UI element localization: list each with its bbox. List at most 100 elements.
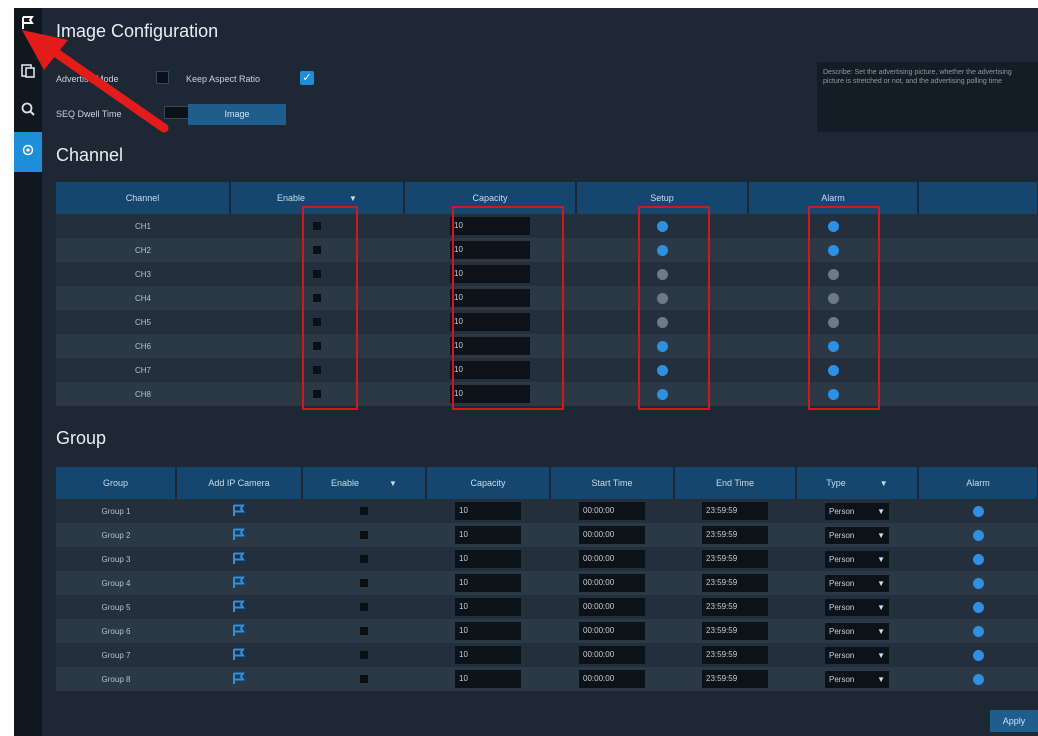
group-enable-checkbox[interactable] [360,651,368,660]
group-header-type[interactable]: Type ▼ [796,467,919,499]
channel-name: CH7 [56,358,230,382]
type-select-value: Person [829,578,855,588]
channel-header-channel: Channel [56,182,231,214]
group-alarm-cell [918,547,1038,571]
alarm-status-icon[interactable] [972,577,984,589]
start-time-input[interactable]: 00:00:00 [579,550,645,568]
group-header-alarm: Alarm [918,467,1038,499]
end-time-input[interactable]: 23:59:59 [702,502,768,520]
alarm-status-icon[interactable] [972,673,984,685]
group-start-cell: 00:00:00 [550,571,674,595]
group-enable-cell [302,523,426,547]
start-time-input[interactable]: 00:00:00 [579,670,645,688]
type-select[interactable]: Person ▼ [825,574,889,592]
group-capacity-input[interactable]: 10 [455,526,521,544]
start-time-input[interactable]: 00:00:00 [579,622,645,640]
end-time-input[interactable]: 23:59:59 [702,598,768,616]
group-name: Group 3 [56,547,176,571]
group-capacity-input[interactable]: 10 [455,574,521,592]
group-title: Group [56,428,107,448]
start-time-input[interactable]: 00:00:00 [579,598,645,616]
flag-icon[interactable] [232,504,246,519]
type-select[interactable]: Person ▼ [825,526,889,544]
alarm-status-icon[interactable] [972,601,984,613]
type-select[interactable]: Person ▼ [825,502,889,520]
group-enable-checkbox[interactable] [360,531,368,540]
sidebar-item-flag[interactable] [14,8,42,42]
start-time-input[interactable]: 00:00:00 [579,646,645,664]
group-capacity-input[interactable]: 10 [455,670,521,688]
highlight-setup-column [638,206,710,410]
advertise-mode-label: Advertise Mode [56,74,119,84]
end-time-input[interactable]: 23:59:59 [702,550,768,568]
end-time-input[interactable]: 23:59:59 [702,670,768,688]
group-enable-checkbox[interactable] [360,555,368,564]
sidebar-item-document[interactable] [14,56,42,90]
group-enable-checkbox[interactable] [360,627,368,636]
type-select[interactable]: Person ▼ [825,622,889,640]
group-capacity-input[interactable]: 10 [455,622,521,640]
image-button[interactable]: Image [188,104,286,125]
channel-header-enable-label: Enable [277,193,306,203]
group-row: Group 2 10 00:00:00 23:59:59 Person ▼ [56,523,1038,547]
end-time-input[interactable]: 23:59:59 [702,622,768,640]
highlight-alarm-column [808,206,880,410]
type-select[interactable]: Person ▼ [825,550,889,568]
group-type-cell: Person ▼ [796,523,918,547]
channel-empty-cell [918,334,1038,358]
group-capacity-input[interactable]: 10 [455,598,521,616]
sidebar-item-settings[interactable] [14,132,42,172]
group-row: Group 4 10 00:00:00 23:59:59 Person ▼ [56,571,1038,595]
seq-dwell-input[interactable] [164,106,190,119]
start-time-input[interactable]: 00:00:00 [579,502,645,520]
alarm-status-icon[interactable] [972,529,984,541]
end-time-input[interactable]: 23:59:59 [702,526,768,544]
group-enable-cell [302,547,426,571]
alarm-status-icon[interactable] [972,553,984,565]
group-enable-checkbox[interactable] [360,603,368,612]
group-header-enable[interactable]: Enable ▼ [302,467,427,499]
advertise-mode-checkbox[interactable] [156,71,169,84]
group-capacity-cell: 10 [426,667,550,691]
flag-icon[interactable] [232,528,246,543]
channel-name: CH3 [56,262,230,286]
end-time-input[interactable]: 23:59:59 [702,574,768,592]
group-name: Group 2 [56,523,176,547]
type-select-value: Person [829,626,855,636]
group-start-cell: 00:00:00 [550,619,674,643]
start-time-input[interactable]: 00:00:00 [579,574,645,592]
group-header-capacity: Capacity [426,467,551,499]
alarm-status-icon[interactable] [972,649,984,661]
group-capacity-input[interactable]: 10 [455,550,521,568]
alarm-status-icon[interactable] [972,625,984,637]
flag-icon[interactable] [232,672,246,687]
group-capacity-input[interactable]: 10 [455,646,521,664]
apply-button[interactable]: Apply [990,710,1038,732]
type-select[interactable]: Person ▼ [825,670,889,688]
group-alarm-cell [918,619,1038,643]
flag-icon[interactable] [232,600,246,615]
chevron-down-icon: ▼ [879,478,888,488]
end-time-input[interactable]: 23:59:59 [702,646,768,664]
group-capacity-input[interactable]: 10 [455,502,521,520]
sidebar-item-search[interactable] [14,94,42,128]
flag-icon[interactable] [232,552,246,567]
flag-icon[interactable] [232,624,246,639]
type-select[interactable]: Person ▼ [825,646,889,664]
flag-icon[interactable] [232,648,246,663]
group-enable-checkbox[interactable] [360,675,368,684]
channel-empty-cell [918,310,1038,334]
highlight-capacity-column [452,206,564,410]
group-end-cell: 23:59:59 [674,643,796,667]
start-time-input[interactable]: 00:00:00 [579,526,645,544]
flag-icon[interactable] [232,576,246,591]
type-select[interactable]: Person ▼ [825,598,889,616]
sidebar [14,8,42,736]
group-end-cell: 23:59:59 [674,547,796,571]
group-enable-checkbox[interactable] [360,579,368,588]
add-ip-camera-cell [176,595,302,619]
group-start-cell: 00:00:00 [550,667,674,691]
alarm-status-icon[interactable] [972,505,984,517]
group-enable-checkbox[interactable] [360,507,368,516]
keep-aspect-checkbox[interactable]: ✓ [300,71,314,85]
